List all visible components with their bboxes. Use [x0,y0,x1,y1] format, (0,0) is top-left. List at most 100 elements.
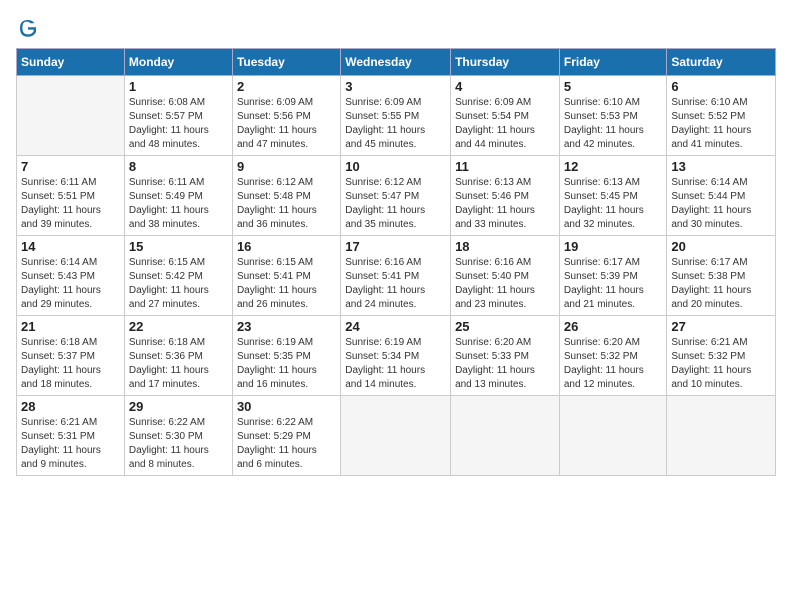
logo [16,16,44,40]
day-number: 15 [129,239,228,254]
day-info: Sunrise: 6:09 AM Sunset: 5:56 PM Dayligh… [237,96,336,152]
day-info: Sunrise: 6:15 AM Sunset: 5:42 PM Dayligh… [129,256,228,312]
day-number: 14 [21,239,120,254]
day-number: 21 [21,319,120,334]
calendar-day-cell: 20 Sunrise: 6:17 AM Sunset: 5:38 PM Dayli… [667,236,776,316]
calendar-day-cell: 22 Sunrise: 6:18 AM Sunset: 5:36 PM Dayli… [124,316,232,396]
day-info: Sunrise: 6:12 AM Sunset: 5:47 PM Dayligh… [345,176,446,232]
calendar-day-cell [17,76,125,156]
day-number: 19 [564,239,663,254]
day-number: 4 [455,79,555,94]
calendar-day-cell: 30 Sunrise: 6:22 AM Sunset: 5:29 PM Dayli… [232,396,340,476]
day-number: 7 [21,159,120,174]
calendar-week-row: 14Sunrise: 6:14 AM Sunset: 5:43 PM Dayli… [17,236,776,316]
calendar-day-cell: 19 Sunrise: 6:17 AM Sunset: 5:39 PM Dayli… [559,236,667,316]
day-info: Sunrise: 6:11 AM Sunset: 5:51 PM Dayligh… [21,176,120,232]
day-info: Sunrise: 6:12 AM Sunset: 5:48 PM Dayligh… [237,176,336,232]
calendar-day-cell: 2 Sunrise: 6:09 AM Sunset: 5:56 PM Daylig… [232,76,340,156]
day-number: 2 [237,79,336,94]
calendar-header-row: SundayMondayTuesdayWednesdayThursdayFrid… [17,49,776,76]
day-info: Sunrise: 6:08 AM Sunset: 5:57 PM Dayligh… [129,96,228,152]
day-number: 8 [129,159,228,174]
calendar-table: SundayMondayTuesdayWednesdayThursdayFrid… [16,48,776,476]
day-number: 27 [671,319,771,334]
calendar-day-cell: 14Sunrise: 6:14 AM Sunset: 5:43 PM Dayli… [17,236,125,316]
day-info: Sunrise: 6:09 AM Sunset: 5:55 PM Dayligh… [345,96,446,152]
calendar-day-cell [341,396,451,476]
weekday-header: Monday [124,49,232,76]
calendar-day-cell: 18 Sunrise: 6:16 AM Sunset: 5:40 PM Dayli… [451,236,560,316]
day-number: 5 [564,79,663,94]
calendar-day-cell: 26Sunrise: 6:20 AM Sunset: 5:32 PM Dayli… [559,316,667,396]
day-info: Sunrise: 6:13 AM Sunset: 5:45 PM Dayligh… [564,176,663,232]
day-number: 23 [237,319,336,334]
weekday-header: Wednesday [341,49,451,76]
day-info: Sunrise: 6:10 AM Sunset: 5:53 PM Dayligh… [564,96,663,152]
day-number: 30 [237,399,336,414]
calendar-week-row: 28 Sunrise: 6:21 AM Sunset: 5:31 PM Dayli… [17,396,776,476]
weekday-header: Saturday [667,49,776,76]
day-number: 26 [564,319,663,334]
calendar-day-cell: 5 Sunrise: 6:10 AM Sunset: 5:53 PM Daylig… [559,76,667,156]
day-info: Sunrise: 6:22 AM Sunset: 5:30 PM Dayligh… [129,416,228,472]
day-info: Sunrise: 6:17 AM Sunset: 5:39 PM Dayligh… [564,256,663,312]
day-info: Sunrise: 6:15 AM Sunset: 5:41 PM Dayligh… [237,256,336,312]
day-info: Sunrise: 6:21 AM Sunset: 5:31 PM Dayligh… [21,416,120,472]
calendar-day-cell: 1 Sunrise: 6:08 AM Sunset: 5:57 PM Daylig… [124,76,232,156]
calendar-day-cell: 4Sunrise: 6:09 AM Sunset: 5:54 PM Daylig… [451,76,560,156]
day-number: 13 [671,159,771,174]
calendar-day-cell: 7 Sunrise: 6:11 AM Sunset: 5:51 PM Daylig… [17,156,125,236]
day-info: Sunrise: 6:11 AM Sunset: 5:49 PM Dayligh… [129,176,228,232]
day-info: Sunrise: 6:18 AM Sunset: 5:37 PM Dayligh… [21,336,120,392]
calendar-day-cell: 16 Sunrise: 6:15 AM Sunset: 5:41 PM Dayli… [232,236,340,316]
day-number: 3 [345,79,446,94]
weekday-header: Friday [559,49,667,76]
calendar-day-cell: 23Sunrise: 6:19 AM Sunset: 5:35 PM Dayli… [232,316,340,396]
day-info: Sunrise: 6:20 AM Sunset: 5:33 PM Dayligh… [455,336,555,392]
calendar-day-cell: 29Sunrise: 6:22 AM Sunset: 5:30 PM Dayli… [124,396,232,476]
calendar-day-cell [451,396,560,476]
calendar-day-cell: 12 Sunrise: 6:13 AM Sunset: 5:45 PM Dayli… [559,156,667,236]
day-number: 9 [237,159,336,174]
calendar-day-cell [559,396,667,476]
day-info: Sunrise: 6:19 AM Sunset: 5:34 PM Dayligh… [345,336,446,392]
day-info: Sunrise: 6:10 AM Sunset: 5:52 PM Dayligh… [671,96,771,152]
day-number: 22 [129,319,228,334]
calendar-week-row: 1 Sunrise: 6:08 AM Sunset: 5:57 PM Daylig… [17,76,776,156]
calendar-day-cell [667,396,776,476]
calendar-day-cell: 11 Sunrise: 6:13 AM Sunset: 5:46 PM Dayli… [451,156,560,236]
day-number: 1 [129,79,228,94]
weekday-header: Sunday [17,49,125,76]
calendar-day-cell: 3 Sunrise: 6:09 AM Sunset: 5:55 PM Daylig… [341,76,451,156]
day-info: Sunrise: 6:22 AM Sunset: 5:29 PM Dayligh… [237,416,336,472]
day-number: 16 [237,239,336,254]
day-number: 6 [671,79,771,94]
calendar-day-cell: 10 Sunrise: 6:12 AM Sunset: 5:47 PM Dayli… [341,156,451,236]
day-number: 18 [455,239,555,254]
calendar-day-cell: 8 Sunrise: 6:11 AM Sunset: 5:49 PM Daylig… [124,156,232,236]
day-info: Sunrise: 6:18 AM Sunset: 5:36 PM Dayligh… [129,336,228,392]
day-info: Sunrise: 6:17 AM Sunset: 5:38 PM Dayligh… [671,256,771,312]
day-number: 11 [455,159,555,174]
calendar-day-cell: 13 Sunrise: 6:14 AM Sunset: 5:44 PM Dayli… [667,156,776,236]
day-number: 20 [671,239,771,254]
day-info: Sunrise: 6:16 AM Sunset: 5:40 PM Dayligh… [455,256,555,312]
calendar-day-cell: 25 Sunrise: 6:20 AM Sunset: 5:33 PM Dayli… [451,316,560,396]
day-number: 12 [564,159,663,174]
day-info: Sunrise: 6:16 AM Sunset: 5:41 PM Dayligh… [345,256,446,312]
calendar-day-cell: 15 Sunrise: 6:15 AM Sunset: 5:42 PM Dayli… [124,236,232,316]
weekday-header: Thursday [451,49,560,76]
calendar-day-cell: 27Sunrise: 6:21 AM Sunset: 5:32 PM Dayli… [667,316,776,396]
calendar-week-row: 21 Sunrise: 6:18 AM Sunset: 5:37 PM Dayli… [17,316,776,396]
day-number: 28 [21,399,120,414]
day-info: Sunrise: 6:14 AM Sunset: 5:44 PM Dayligh… [671,176,771,232]
page-header [16,16,776,40]
calendar-day-cell: 28 Sunrise: 6:21 AM Sunset: 5:31 PM Dayli… [17,396,125,476]
calendar-day-cell: 24Sunrise: 6:19 AM Sunset: 5:34 PM Dayli… [341,316,451,396]
calendar-day-cell: 9 Sunrise: 6:12 AM Sunset: 5:48 PM Daylig… [232,156,340,236]
day-number: 25 [455,319,555,334]
day-info: Sunrise: 6:13 AM Sunset: 5:46 PM Dayligh… [455,176,555,232]
calendar-day-cell: 17Sunrise: 6:16 AM Sunset: 5:41 PM Dayli… [341,236,451,316]
day-number: 10 [345,159,446,174]
calendar-week-row: 7 Sunrise: 6:11 AM Sunset: 5:51 PM Daylig… [17,156,776,236]
